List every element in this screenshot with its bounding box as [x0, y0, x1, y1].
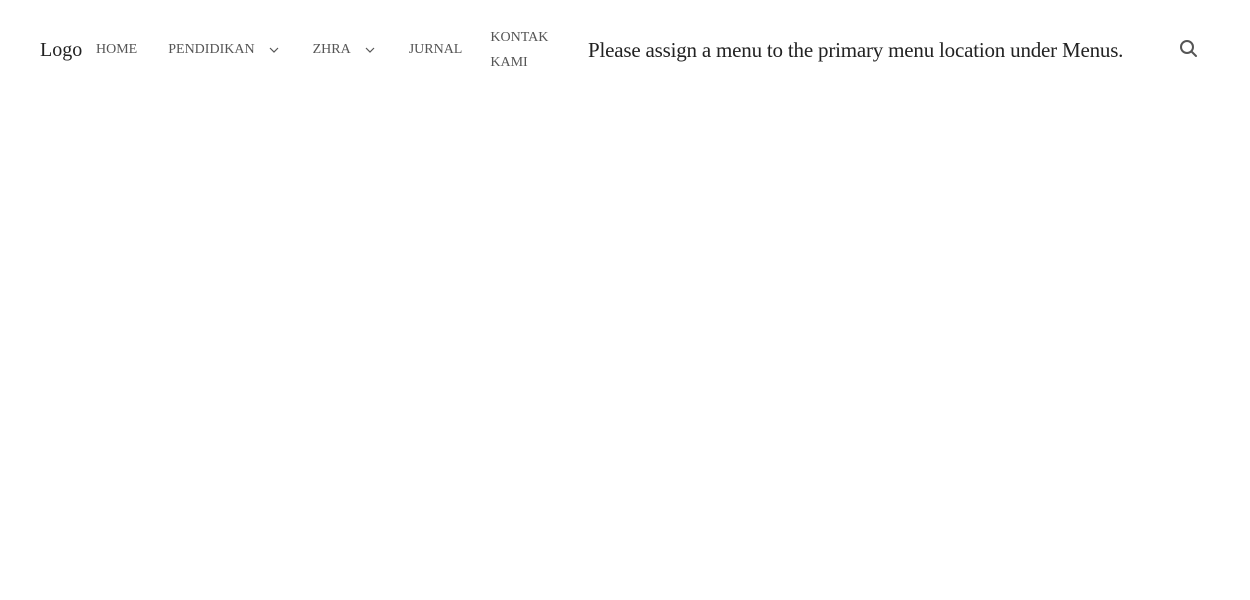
main-nav: HOME PENDIDIKAN ZHRA JURNAL KONTAK KAMI [96, 24, 560, 76]
nav-item-kontak-label-line2: KAMI [490, 55, 528, 70]
site-logo[interactable]: Logo [40, 38, 82, 62]
nav-item-pendidikan[interactable]: PENDIDIKAN [168, 42, 278, 58]
site-header: Logo HOME PENDIDIKAN ZHRA JURNAL KONTAK … [0, 0, 1250, 100]
chevron-down-icon [269, 47, 278, 53]
nav-item-kontak-label-line1: KONTAK [490, 30, 549, 45]
nav-item-kontak-kami[interactable]: KONTAK KAMI [490, 25, 560, 75]
nav-item-zhra-label: ZHRA [312, 42, 351, 57]
search-icon [1180, 40, 1197, 57]
nav-item-jurnal-label: JURNAL [408, 42, 463, 57]
search-button[interactable] [1178, 38, 1200, 60]
nav-item-pendidikan-label: PENDIDIKAN [168, 42, 255, 57]
primary-menu-notice: Please assign a menu to the primary menu… [588, 38, 1124, 62]
chevron-down-icon [365, 47, 375, 53]
nav-item-home[interactable]: HOME [96, 42, 137, 58]
nav-item-jurnal[interactable]: JURNAL [409, 42, 463, 58]
nav-item-home-label: HOME [96, 42, 138, 57]
nav-item-zhra[interactable]: ZHRA [313, 42, 375, 58]
